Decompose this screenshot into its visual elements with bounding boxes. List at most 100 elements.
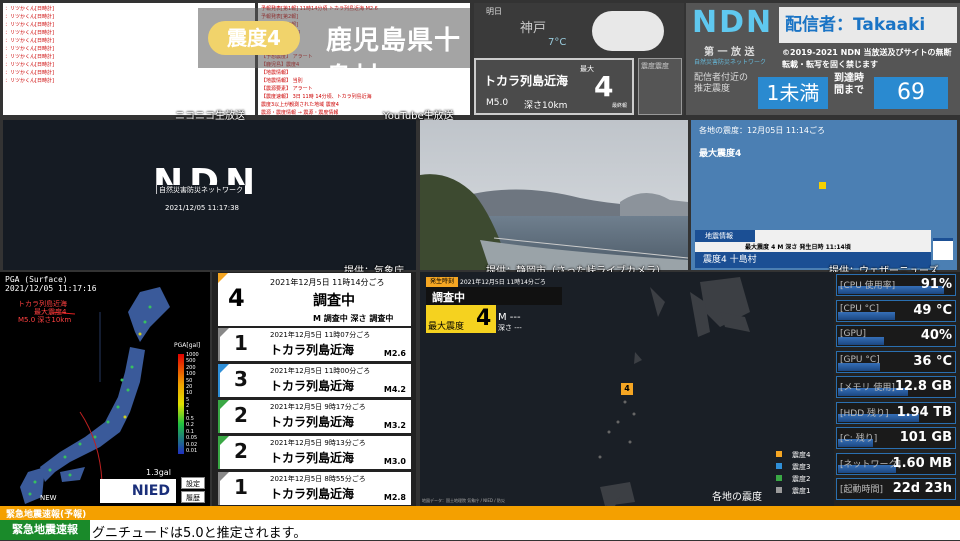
camera-image [420, 120, 688, 270]
banner-place: 鹿児島県十島村 [326, 26, 462, 93]
pga-current: 1.3gal [146, 468, 171, 477]
weather-city: 神戸 [520, 21, 547, 36]
eq-header-time: 2021年12月5日 11時14分ごろ [460, 279, 546, 286]
nied-logo: NIED [100, 479, 176, 503]
system-stat: [C: 残り] 101 GB [836, 427, 956, 449]
arrival-label-b: 到達時間まで [834, 73, 864, 96]
system-stat: [CPU °C] 49 °C [836, 299, 956, 322]
legend-swatch [776, 463, 782, 469]
ndn-main-panel: NDN 自然災害防災ネットワーク 2021/12/05 11:17:38 [3, 120, 416, 270]
quake-top-intensity: 4 [228, 284, 245, 312]
youtube-chat-line: 【震度速報】 3日 11時 14分頃、トカラ列島近海 [261, 94, 372, 100]
legend-swatch [776, 487, 782, 493]
mini-alert-final: 最終報 [612, 103, 628, 109]
stat-value: 22d 23h [892, 481, 952, 496]
legend-label: 震度3 [792, 463, 811, 471]
copyright-text: ©2019-2021 NDN 当放送及びサイトの無断転載・転写を固く禁じます [782, 48, 952, 69]
stat-value: 40% [920, 328, 952, 343]
quake-top-card: 4 2021年12月5日 11時14分ごろ 調査中 M 調査中 深さ 調査中 [218, 273, 411, 326]
legend-label: 震度2 [792, 475, 811, 483]
arrival-seconds: 69 [874, 77, 948, 109]
live-camera-panel [420, 120, 688, 270]
weathernews-panel: 各地の震度：12月05日 11:14ごろ 最大震度4 地震情報 最大震度 4 M… [691, 120, 957, 270]
ticker-text: グニチュードは5.0と推定されます。 [92, 526, 307, 541]
quake-list-item[interactable]: 2 2021年12月5日 9時17分ごろトカラ列島近海 M3.2 [218, 400, 411, 433]
eq-footer: 地図データ：国土地理院 気象庁 / NIED / 防災 [422, 498, 505, 503]
eq-place: 調査中 [426, 287, 562, 305]
eq-title: 各地の震度 [712, 492, 762, 503]
stat-label: [C: 残り] [840, 434, 878, 444]
quake-magnitude: M3.2 [383, 421, 406, 430]
weather-temp: 7°C [548, 37, 567, 48]
eq-max-label: 最大震度 [428, 322, 465, 332]
stat-value: 1.94 TB [896, 404, 952, 420]
shindo-banner: 震度4 鹿児島県十島村 [198, 8, 470, 93]
legend-item: 震度3 [776, 462, 810, 472]
quake-magnitude: M3.0 [383, 457, 406, 466]
ticker-bar: 緊急地震速報 グニチュードは5.0と推定されます。 [0, 520, 960, 541]
cloud-icon [592, 11, 664, 51]
quake-top-time: 2021年12月5日 11時14分ごろ [270, 278, 385, 287]
eq-mag: M --- [498, 312, 521, 323]
stat-value: 91% [920, 277, 952, 292]
brand-subtitle: 第 一 放 送 [704, 47, 755, 58]
stat-label: [CPU 使用率] [840, 281, 896, 291]
ticker-header: 緊急地震速報(予報) [0, 506, 960, 520]
quake-magnitude: M4.2 [383, 385, 406, 394]
system-stat: [GPU] 40% [836, 325, 956, 347]
tsunami-header: 震度震度 [641, 62, 669, 70]
legend-label: 震度4 [792, 451, 811, 459]
quake-time: 2021年12月5日 11時07分ごろ [270, 331, 371, 339]
legend-label: 震度1 [792, 487, 811, 495]
pga-epicenter-mag: M5.0 深さ10km [18, 316, 72, 324]
ticker-label: 緊急地震速報 [0, 520, 90, 540]
quake-place: トカラ列島近海 [270, 487, 355, 501]
niconico-chat-line: ：リツかくん[日時計] [5, 78, 54, 84]
legend-item: 震度2 [776, 474, 810, 484]
mini-alert-mag: M5.0 [486, 98, 509, 108]
settings-button[interactable]: 設定 [181, 477, 205, 489]
weather-widget: 明日 神戸 7°C トカラ列島近海 最大 4 M5.0 深さ10km 最終報 震… [474, 3, 684, 115]
pga-scale-ticks: 1000 500 200 100 50 20 10 5 2 1 0.5 0.2 0.1 0.05 0.02 0… [186, 352, 210, 455]
legend-swatch [776, 475, 782, 481]
quake-place: トカラ列島近海 [270, 379, 355, 393]
wn-bar-info: 最大震度 4 M 深さ 発生日時 11:14頃 [745, 244, 851, 251]
legend-swatch [776, 451, 782, 457]
system-stat: [ネットワーク] 1.60 MB [836, 452, 956, 475]
distributor-label: 配信者：Takaaki [779, 7, 957, 43]
stat-value: 1.60 MB [892, 455, 952, 471]
quake-list-item[interactable]: 3 2021年12月5日 11時00分ごろ トカラ列島近海 M4.2 [218, 364, 411, 397]
stat-label: [GPU °C] [840, 354, 880, 365]
stat-label: [HDD 残り] [840, 408, 889, 419]
quake-intensity: 2 [234, 403, 248, 427]
wn-bar-title: 地震情報 [695, 230, 755, 242]
system-stat: [CPU 使用率] 91% [836, 274, 956, 296]
brand-logo: NDN [692, 5, 774, 40]
quake-time: 2021年12月5日 9時13分ごろ [270, 439, 366, 447]
pga-scale-tick: 0.01 [186, 448, 198, 455]
quake-list-item[interactable]: 1 2021年12月5日 8時55分ごろトカラ列島近海 M2.8 [218, 472, 411, 505]
eq-max-value: 4 [476, 306, 492, 331]
quake-time: 2021年12月5日 8時55分ごろ [270, 475, 366, 483]
eq-marker: 4 [621, 383, 633, 395]
quake-top-detail: M 調査中 深さ 調査中 [313, 314, 394, 323]
quake-place: トカラ列島近海 [270, 451, 355, 465]
niconico-chat-line: ：リツかくん[日時計] [5, 70, 54, 76]
quake-time: 2021年12月5日 9時17分ごろ [270, 403, 366, 411]
eq-map-panel: 発生時刻 2021年12月5日 11時14分ごろ 調査中 最大震度 4 M --… [420, 272, 834, 506]
stat-value: 36 °C [913, 353, 952, 369]
quake-list-item[interactable]: 1 2021年12月5日 11時07分ごろ トカラ列島近海 M2.6 [218, 328, 411, 361]
quake-place: トカラ列島近海 [270, 415, 355, 429]
quake-magnitude: M2.8 [383, 493, 406, 502]
stat-value: 12.8 GB [894, 379, 952, 394]
brand-area: NDN 第 一 放 送 自然災害防災ネットワーク 配信者：Takaaki ©20… [686, 3, 960, 115]
quake-intensity: 2 [234, 439, 248, 463]
quake-top-place: 調査中 [313, 293, 355, 309]
tsunami-box: 震度震度 [638, 58, 682, 115]
quake-intensity: 1 [234, 475, 248, 499]
quake-list-item[interactable]: 2 2021年12月5日 9時13分ごろトカラ列島近海 M3.0 [218, 436, 411, 469]
mini-alert-intensity: 4 [594, 70, 614, 103]
history-button[interactable]: 履歴 [181, 491, 205, 503]
ndn-main-logo: NDN [153, 162, 262, 203]
pga-map-panel: PGA (Surface) 2021/12/05 11:17:16 トカラ列島近… [0, 272, 210, 506]
